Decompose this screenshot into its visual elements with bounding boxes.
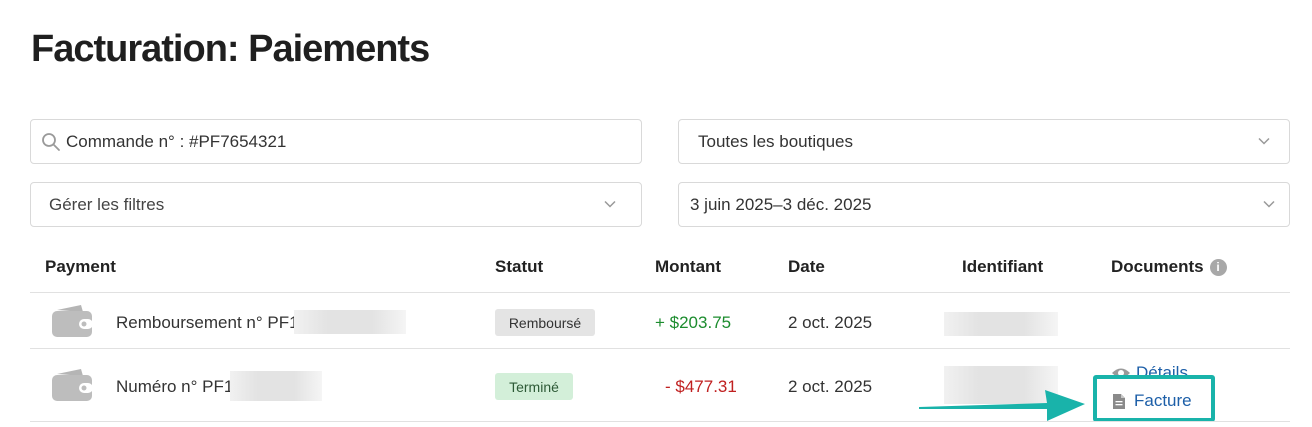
page-title: Facturation: Paiements: [31, 28, 430, 70]
document-icon: [1113, 393, 1125, 409]
info-icon[interactable]: i: [1209, 259, 1227, 276]
payment-label: Numéro n° PF1: [116, 377, 234, 396]
invoice-link-label: Facture: [1134, 391, 1192, 410]
arrow-pointer-icon: [919, 390, 1085, 421]
column-header-status: Statut: [495, 257, 544, 276]
chevron-down-icon: [604, 200, 616, 208]
status-badge: Remboursé: [495, 309, 595, 336]
status-badge: Terminé: [495, 373, 573, 400]
search-icon: [42, 132, 60, 151]
column-header-documents-label: Documents: [1111, 257, 1204, 276]
column-header-payment: Payment: [45, 257, 116, 276]
redacted-id: [294, 310, 406, 334]
order-search-field[interactable]: [30, 119, 642, 164]
manage-filters-label: Gérer les filtres: [49, 194, 165, 214]
amount: + $203.75: [655, 313, 732, 332]
column-header-identifier: Identifiant: [962, 257, 1044, 276]
amount: - $477.31: [665, 377, 737, 396]
row-divider: [30, 348, 1290, 349]
redacted-id: [230, 371, 322, 401]
order-search-input[interactable]: [66, 131, 606, 152]
column-header-date: Date: [788, 257, 825, 276]
date-range-value: 3 juin 2025–3 déc. 2025: [690, 194, 872, 214]
column-header-documents: Documents i: [1111, 257, 1227, 277]
manage-filters-select[interactable]: Gérer les filtres: [30, 182, 642, 227]
chevron-down-icon: [1258, 137, 1270, 145]
row-divider: [30, 421, 1290, 422]
redacted-identifier: [944, 312, 1058, 336]
store-select[interactable]: Toutes les boutiques: [678, 119, 1290, 164]
date: 2 oct. 2025: [788, 313, 873, 332]
chevron-down-icon: [1263, 200, 1275, 208]
store-select-value: Toutes les boutiques: [698, 131, 853, 151]
wallet-icon: [52, 305, 93, 337]
header-divider: [30, 292, 1290, 293]
payment-label: Remboursement n° PF1: [116, 313, 299, 332]
date-range-select[interactable]: 3 juin 2025–3 déc. 2025: [678, 182, 1290, 227]
date: 2 oct. 2025: [788, 377, 873, 396]
wallet-icon: [52, 369, 93, 401]
invoice-link[interactable]: Facture: [1106, 389, 1196, 413]
column-header-amount: Montant: [655, 257, 722, 276]
